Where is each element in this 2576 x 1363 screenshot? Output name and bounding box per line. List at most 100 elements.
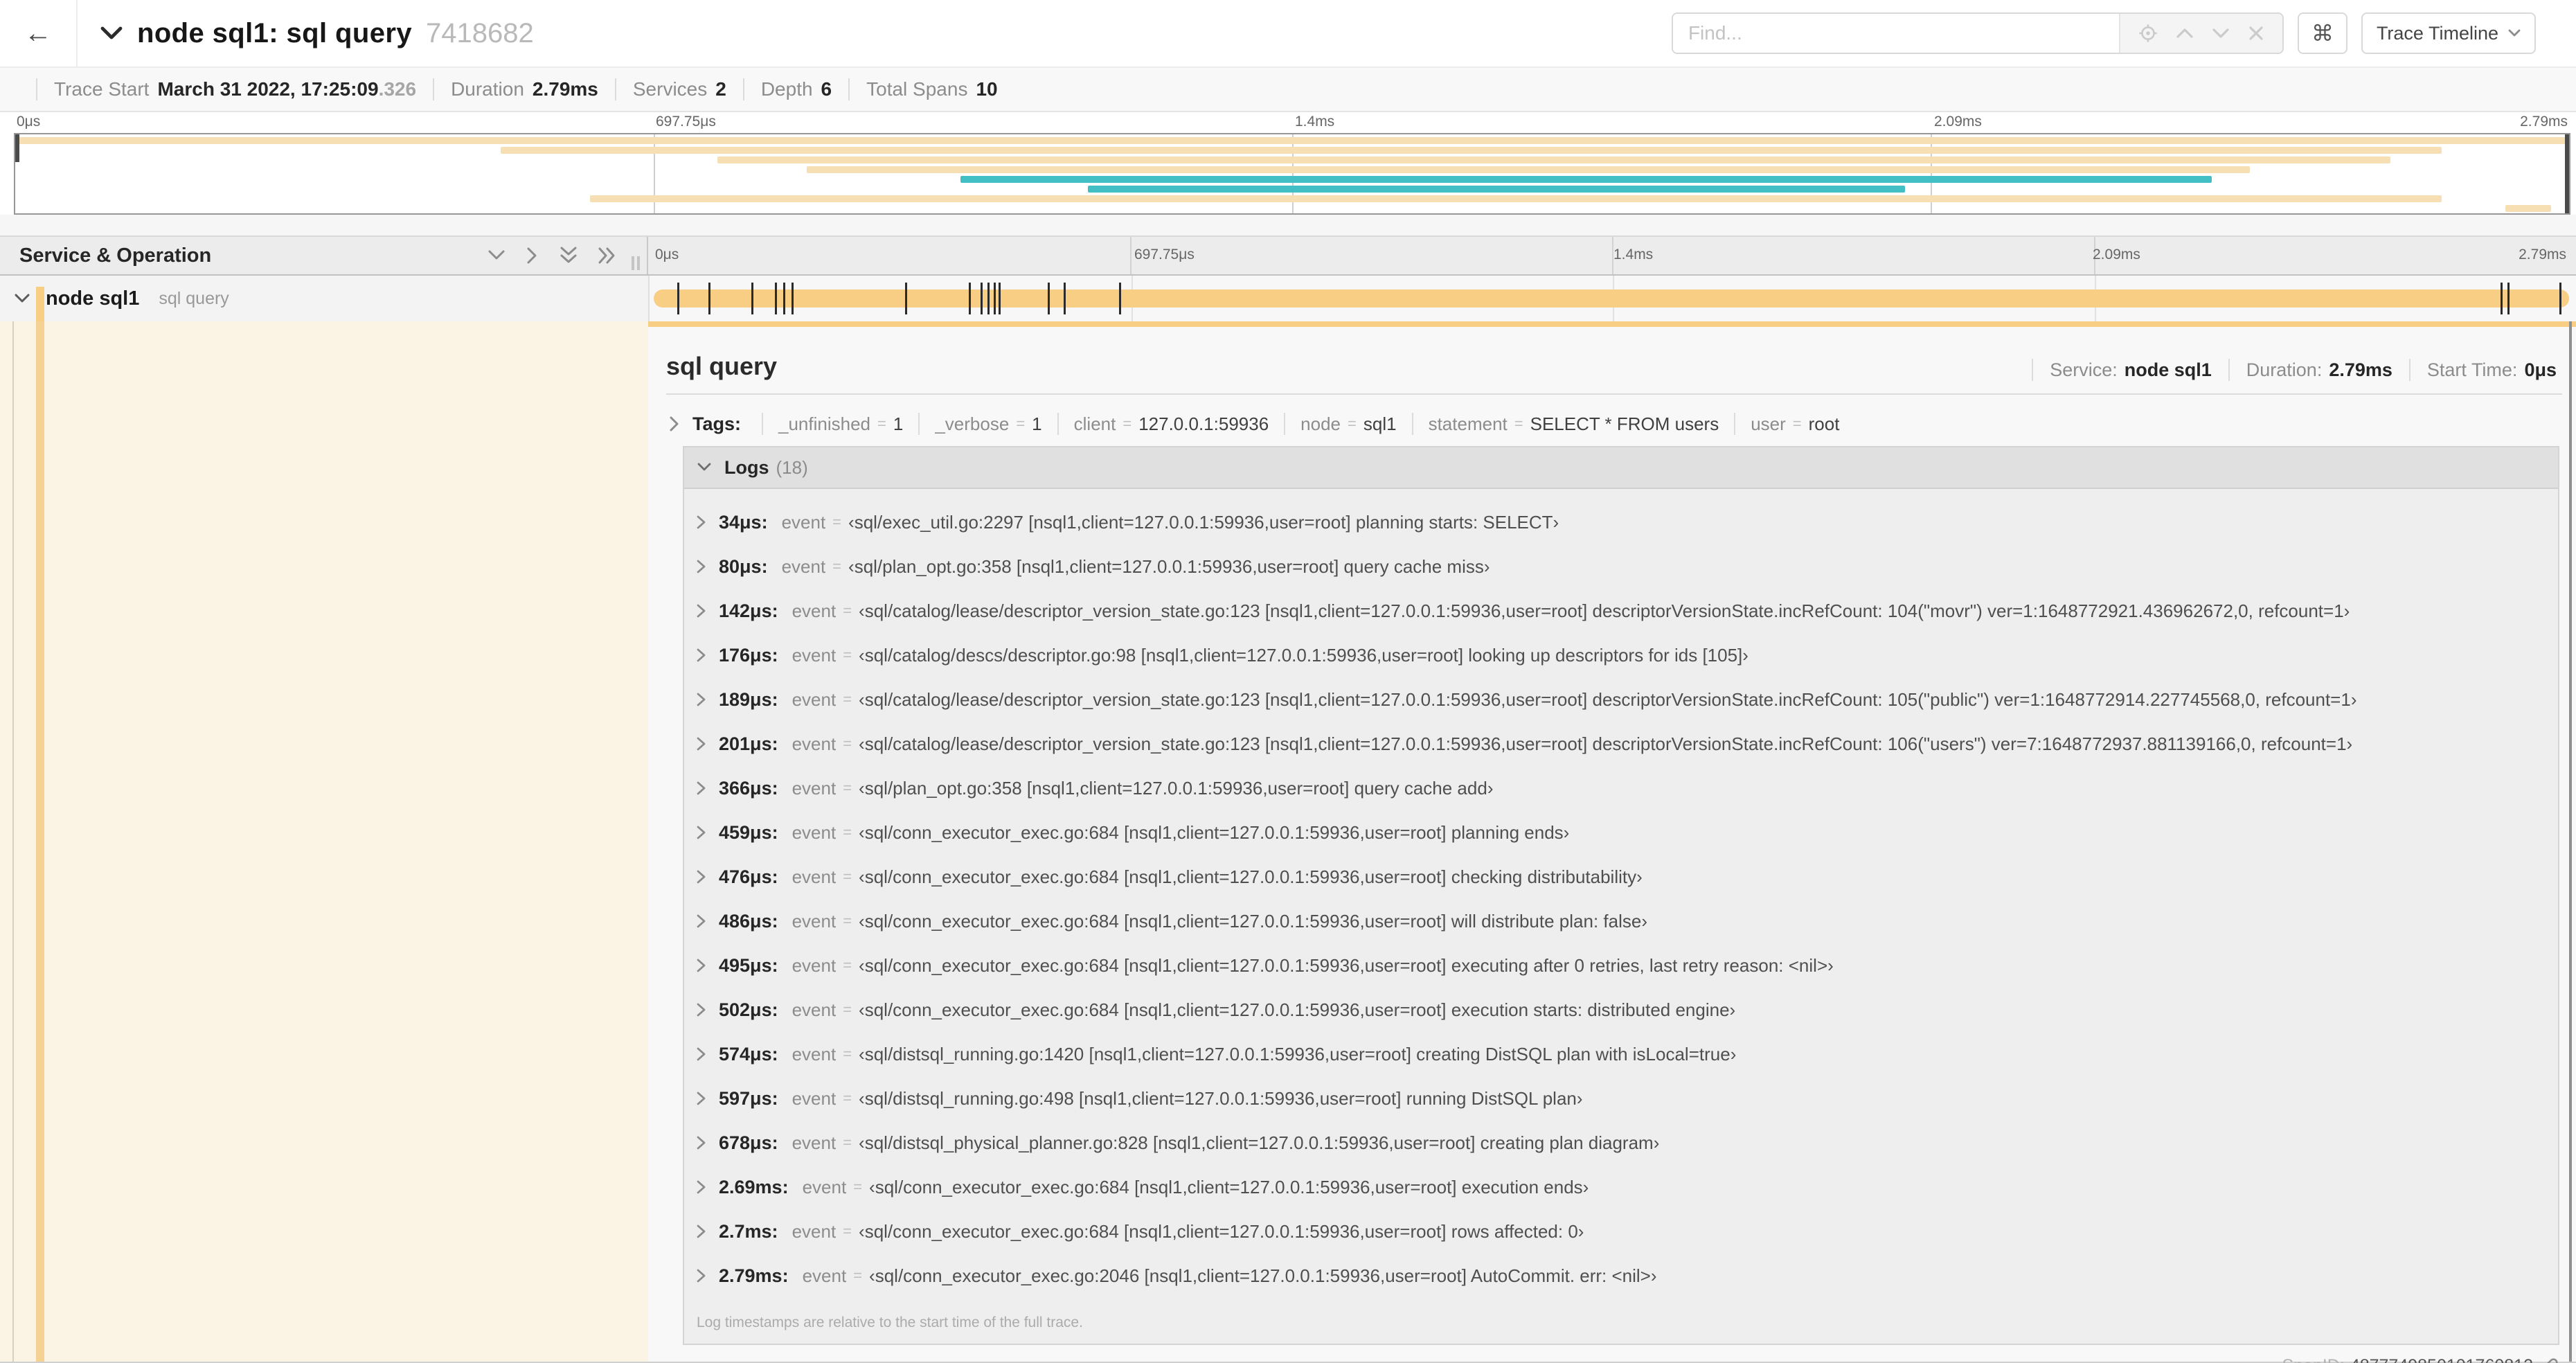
tags-label[interactable]: Tags: <box>692 413 741 435</box>
log-field-value: ‹sql/conn_executor_exec.go:684 [nsql1,cl… <box>859 821 1570 843</box>
log-timestamp: 459μs: <box>719 821 778 843</box>
log-tick-marker[interactable] <box>751 283 753 314</box>
trace-collapser-chevron-down-icon[interactable] <box>100 26 123 41</box>
clear-find-x-icon[interactable] <box>2248 26 2264 41</box>
logs-header[interactable]: Logs (18) <box>684 447 2558 489</box>
minimap-span <box>2505 205 2552 212</box>
log-entry-row[interactable]: 201μs: event = ‹sql/catalog/lease/descri… <box>684 722 2558 766</box>
expand-collapse-controls <box>488 237 616 274</box>
log-entry-row[interactable]: 142μs: event = ‹sql/catalog/lease/descri… <box>684 589 2558 633</box>
log-tick-marker[interactable] <box>980 283 983 314</box>
log-tick-marker[interactable] <box>2500 283 2503 314</box>
log-chevron-right-icon[interactable] <box>697 736 706 751</box>
log-tick-marker[interactable] <box>708 283 711 314</box>
span-bar-cell[interactable] <box>648 276 2576 321</box>
column-resize-handle[interactable] <box>632 256 640 270</box>
log-tick-marker[interactable] <box>993 283 996 314</box>
collapse-all-double-chevron-right-icon[interactable] <box>598 247 616 265</box>
tag-item: _unfinished = 1 <box>746 413 903 435</box>
expand-one-chevron-down-icon[interactable] <box>488 249 506 262</box>
log-chevron-right-icon[interactable] <box>697 869 706 884</box>
logs-accordion: Logs (18) 34μs: event = ‹sql/exec_util.g… <box>683 446 2559 1345</box>
log-chevron-right-icon[interactable] <box>697 1224 706 1239</box>
equals-sign: = <box>843 691 852 708</box>
log-entry-row[interactable]: 495μs: event = ‹sql/conn_executor_exec.g… <box>684 943 2558 988</box>
log-tick-marker[interactable] <box>1047 283 1050 314</box>
locate-icon[interactable] <box>2139 24 2157 42</box>
log-field-value: ‹sql/conn_executor_exec.go:684 [nsql1,cl… <box>859 1220 1584 1242</box>
log-chevron-right-icon[interactable] <box>697 1091 706 1106</box>
log-chevron-right-icon[interactable] <box>697 515 706 530</box>
tags-chevron-right-icon[interactable] <box>669 416 680 432</box>
log-chevron-right-icon[interactable] <box>697 1002 706 1017</box>
log-chevron-right-icon[interactable] <box>697 825 706 840</box>
keyboard-shortcuts-button[interactable]: ⌘ <box>2297 12 2347 54</box>
log-entry-row[interactable]: 80μs: event = ‹sql/plan_opt.go:358 [nsql… <box>684 544 2558 589</box>
log-field-key: event <box>791 733 837 754</box>
log-chevron-right-icon[interactable] <box>697 603 706 618</box>
log-tick-marker[interactable] <box>791 283 794 314</box>
trace-view-dropdown[interactable]: Trace Timeline <box>2361 12 2536 54</box>
separator <box>2032 359 2034 381</box>
log-entry-row[interactable]: 476μs: event = ‹sql/conn_executor_exec.g… <box>684 855 2558 899</box>
find-input[interactable] <box>1672 14 2119 53</box>
log-entry-row[interactable]: 189μs: event = ‹sql/catalog/lease/descri… <box>684 677 2558 722</box>
span-duration-bar[interactable] <box>654 289 2569 308</box>
log-entry-row[interactable]: 678μs: event = ‹sql/distsql_physical_pla… <box>684 1121 2558 1165</box>
log-tick-marker[interactable] <box>2507 283 2510 314</box>
log-entry-row[interactable]: 34μs: event = ‹sql/exec_util.go:2297 [ns… <box>684 500 2558 544</box>
log-entry-row[interactable]: 176μs: event = ‹sql/catalog/descs/descri… <box>684 633 2558 677</box>
log-entry-row[interactable]: 502μs: event = ‹sql/conn_executor_exec.g… <box>684 988 2558 1032</box>
trace-minimap[interactable] <box>14 133 2570 215</box>
log-entry-row[interactable]: 366μs: event = ‹sql/plan_opt.go:358 [nsq… <box>684 766 2558 810</box>
log-chevron-right-icon[interactable] <box>697 1046 706 1062</box>
log-entry-row[interactable]: 2.7ms: event = ‹sql/conn_executor_exec.g… <box>684 1209 2558 1254</box>
log-chevron-right-icon[interactable] <box>697 648 706 663</box>
log-entry-row[interactable]: 2.79ms: event = ‹sql/conn_executor_exec.… <box>684 1254 2558 1298</box>
log-chevron-right-icon[interactable] <box>697 914 706 929</box>
back-button[interactable]: ← <box>0 0 78 66</box>
log-tick-marker[interactable] <box>2559 283 2562 314</box>
summary-label: Trace Start <box>54 78 150 100</box>
log-tick-marker[interactable] <box>998 283 1001 314</box>
log-chevron-right-icon[interactable] <box>697 692 706 707</box>
span-detail-card: sql query Service: node sql1 Duration: 2… <box>648 327 2576 1363</box>
log-entry-row[interactable]: 574μs: event = ‹sql/distsql_running.go:1… <box>684 1032 2558 1076</box>
log-tick-marker[interactable] <box>783 283 786 314</box>
summary-value: 2 <box>715 78 726 100</box>
log-chevron-right-icon[interactable] <box>697 1179 706 1195</box>
log-tick-marker[interactable] <box>1063 283 1066 314</box>
log-entry-row[interactable]: 486μs: event = ‹sql/conn_executor_exec.g… <box>684 899 2558 943</box>
deep-link-icon[interactable] <box>2540 1357 2559 1363</box>
summary-item: Trace Start March 31 2022, 17:25:09 .326 <box>19 78 416 100</box>
minimap-left-scrubber-handle[interactable] <box>15 134 19 162</box>
meta-value: 0μs <box>2524 359 2557 380</box>
log-field-value: ‹sql/conn_executor_exec.go:684 [nsql1,cl… <box>859 866 1643 887</box>
log-entry-row[interactable]: 597μs: event = ‹sql/distsql_running.go:4… <box>684 1076 2558 1121</box>
log-chevron-right-icon[interactable] <box>697 559 706 574</box>
log-chevron-right-icon[interactable] <box>697 1135 706 1150</box>
log-tick-marker[interactable] <box>774 283 777 314</box>
log-chevron-right-icon[interactable] <box>697 1268 706 1283</box>
span-collapser-chevron-down-icon[interactable] <box>14 293 30 304</box>
log-tick-marker[interactable] <box>1119 283 1122 314</box>
find-next-chevron-down-icon[interactable] <box>2212 27 2230 39</box>
span-service-name[interactable]: node sql1 <box>46 287 139 310</box>
log-entry-row[interactable]: 459μs: event = ‹sql/conn_executor_exec.g… <box>684 810 2558 855</box>
log-field-key: event <box>791 954 837 976</box>
spacer <box>0 215 2576 235</box>
collapse-one-chevron-right-icon[interactable] <box>526 247 539 265</box>
log-entry-row[interactable]: 2.69ms: event = ‹sql/conn_executor_exec.… <box>684 1165 2558 1209</box>
summary-value-suffix: .326 <box>378 78 417 100</box>
log-tick-marker[interactable] <box>969 283 971 314</box>
log-tick-marker[interactable] <box>677 283 679 314</box>
find-prev-chevron-up-icon[interactable] <box>2176 27 2194 39</box>
log-tick-marker[interactable] <box>987 283 990 314</box>
log-chevron-right-icon[interactable] <box>697 781 706 796</box>
expand-all-double-chevron-down-icon[interactable] <box>560 247 578 265</box>
log-tick-marker[interactable] <box>904 283 907 314</box>
span-name-cell[interactable]: node sql1 sql query <box>0 276 648 321</box>
equals-sign: = <box>843 823 852 841</box>
log-chevron-right-icon[interactable] <box>697 958 706 973</box>
minimap-right-scrubber-handle[interactable] <box>2565 134 2569 213</box>
